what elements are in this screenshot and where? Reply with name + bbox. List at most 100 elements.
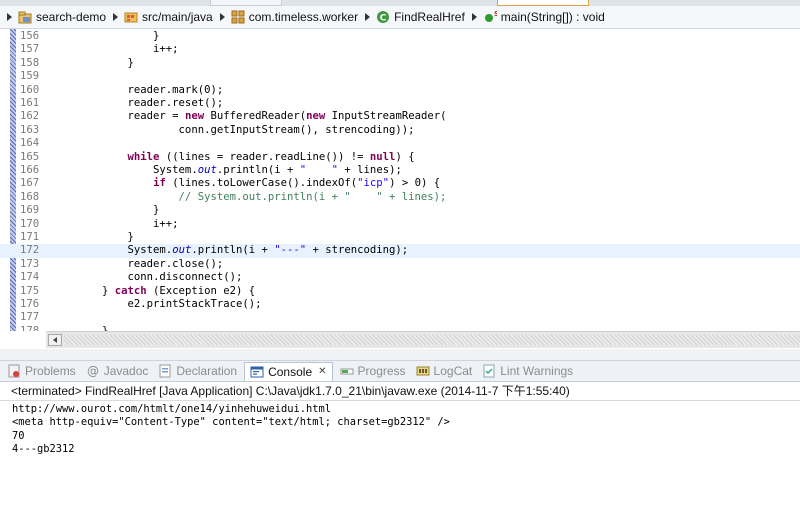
code-line[interactable]: 172 System.out.println(i + "---" + stren… bbox=[0, 244, 800, 258]
line-source: conn.disconnect(); bbox=[51, 271, 243, 284]
line-number: 165 bbox=[20, 150, 40, 163]
tab-lint-warnings[interactable]: Lint Warnings bbox=[479, 362, 576, 380]
breadcrumb-item[interactable]: search-demo bbox=[18, 10, 106, 24]
code-line[interactable]: 166 System.out.println(i + " " + lines); bbox=[0, 164, 800, 177]
view-sash[interactable] bbox=[0, 349, 800, 361]
line-number: 168 bbox=[20, 190, 40, 203]
code-line[interactable]: 176 e2.printStackTrace(); bbox=[0, 298, 800, 311]
breadcrumb-item[interactable]: src/main/java bbox=[124, 10, 213, 24]
line-source: reader.mark(0); bbox=[51, 84, 224, 97]
line-number: 163 bbox=[20, 123, 40, 136]
problems-icon bbox=[7, 364, 21, 378]
breadcrumb-item[interactable]: com.timeless.worker bbox=[231, 10, 358, 24]
code-token: e2.printStackTrace(); bbox=[51, 298, 262, 310]
code-editor[interactable]: 156 } 157 i++; 158 } 159 160 reader.mark(0);… bbox=[0, 29, 800, 331]
lint-warnings-icon bbox=[482, 364, 496, 378]
tab-label: Javadoc bbox=[103, 364, 149, 378]
code-line[interactable]: 171 } bbox=[0, 231, 800, 244]
code-token: i++; bbox=[51, 217, 179, 230]
code-line[interactable]: 163 conn.getInputStream(), strencoding))… bbox=[0, 124, 800, 137]
code-line[interactable]: 156 } bbox=[0, 30, 800, 43]
line-source: i++; bbox=[51, 43, 179, 56]
code-token: ) > 0) { bbox=[389, 177, 441, 190]
line-number: 160 bbox=[20, 83, 40, 96]
code-line[interactable]: 175 } catch (Exception e2) { bbox=[0, 285, 800, 298]
code-token: BufferedReader( bbox=[204, 110, 307, 123]
line-number: 167 bbox=[20, 177, 40, 190]
editor-horizontal-scrollbar[interactable] bbox=[46, 331, 800, 348]
code-line[interactable]: 160 reader.mark(0); bbox=[0, 84, 800, 97]
breadcrumb-chevron-icon[interactable] bbox=[365, 13, 371, 21]
class-icon: C bbox=[376, 10, 390, 24]
code-line[interactable]: 167 if (lines.toLowerCase().indexOf("icp… bbox=[0, 177, 800, 190]
code-line[interactable]: 164 bbox=[0, 137, 800, 150]
code-line[interactable]: 168 // System.out.println(i + " " + line… bbox=[0, 191, 800, 204]
line-number: 176 bbox=[20, 298, 40, 310]
code-token: reader = bbox=[51, 110, 185, 123]
line-source: System.out.println(i + " " + lines); bbox=[51, 164, 402, 177]
code-token: InputStreamReader( bbox=[325, 110, 447, 123]
line-number: 157 bbox=[20, 43, 40, 56]
tab-declaration[interactable]: Declaration bbox=[155, 362, 240, 380]
code-line[interactable]: 161 reader.reset(); bbox=[0, 97, 800, 110]
console-icon bbox=[250, 365, 264, 379]
line-source: reader.close(); bbox=[51, 258, 224, 271]
line-source: } bbox=[51, 30, 159, 43]
console-output-line: 70 bbox=[12, 429, 25, 442]
line-number: 162 bbox=[20, 110, 40, 123]
code-line[interactable]: 159 bbox=[0, 70, 800, 83]
code-token: } bbox=[51, 284, 115, 297]
code-token: } bbox=[51, 231, 134, 243]
line-source: } catch (Exception e2) { bbox=[51, 285, 255, 298]
code-token: ((lines = reader.readLine()) != bbox=[159, 150, 370, 163]
scrollbar-track[interactable] bbox=[64, 335, 800, 345]
code-token: catch bbox=[114, 284, 147, 297]
code-token: null bbox=[369, 150, 396, 163]
breadcrumb-item-label: FindRealHref bbox=[394, 10, 465, 24]
tab-problems[interactable]: Problems bbox=[4, 362, 79, 380]
code-token: + lines); bbox=[338, 164, 402, 176]
breadcrumb-chevron-icon[interactable] bbox=[113, 13, 119, 21]
code-token: conn.getInputStream(), strencoding)); bbox=[51, 123, 415, 136]
console-output-line: <meta http-equiv="Content-Type" content=… bbox=[12, 416, 450, 429]
line-number: 173 bbox=[20, 257, 40, 270]
code-line[interactable]: 162 reader = new BufferedReader(new Inpu… bbox=[0, 110, 800, 123]
breadcrumb-item[interactable]: C FindRealHref bbox=[376, 10, 465, 24]
code-token: if bbox=[153, 177, 166, 190]
code-line[interactable]: 177 bbox=[0, 311, 800, 324]
code-line[interactable]: 169 } bbox=[0, 204, 800, 217]
line-number: 158 bbox=[20, 56, 40, 69]
progress-icon bbox=[340, 364, 354, 378]
code-line[interactable]: 173 reader.close(); bbox=[0, 258, 800, 271]
code-line[interactable]: 165 while ((lines = reader.readLine()) !… bbox=[0, 151, 800, 164]
project-icon bbox=[18, 10, 32, 24]
tab-progress[interactable]: Progress bbox=[337, 362, 409, 380]
line-number: 171 bbox=[20, 231, 40, 243]
line-number: 169 bbox=[20, 204, 40, 217]
line-number: 166 bbox=[20, 164, 40, 176]
scroll-left-button[interactable] bbox=[48, 334, 62, 346]
breadcrumb-chevron-icon[interactable] bbox=[471, 13, 477, 21]
tab-console[interactable]: Console ✕ bbox=[244, 361, 333, 381]
code-line[interactable]: 170 i++; bbox=[0, 218, 800, 231]
tab-logcat[interactable]: LogCat bbox=[413, 362, 476, 380]
code-token: "icp" bbox=[357, 177, 390, 190]
line-number: 172 bbox=[20, 244, 40, 257]
code-token: } bbox=[51, 56, 134, 69]
console-output-line: 4---gb2312 bbox=[12, 443, 75, 456]
code-token: System. bbox=[51, 164, 198, 176]
code-line[interactable]: 157 i++; bbox=[0, 43, 800, 56]
breadcrumb-item[interactable]: Smain(String[]) : void bbox=[483, 10, 605, 24]
console-output[interactable]: http://www.ourot.com/htmlt/one14/yinhehu… bbox=[0, 400, 800, 516]
code-line[interactable]: 174 conn.disconnect(); bbox=[0, 271, 800, 284]
code-token: new bbox=[184, 110, 205, 123]
code-token: " " bbox=[299, 164, 339, 176]
close-icon[interactable]: ✕ bbox=[318, 366, 326, 377]
line-number: 170 bbox=[20, 217, 40, 230]
breadcrumb-chevron-icon[interactable] bbox=[219, 13, 225, 21]
line-number: 175 bbox=[20, 284, 40, 297]
breadcrumb-chevron-icon[interactable] bbox=[7, 13, 12, 21]
code-line[interactable]: 158 } bbox=[0, 57, 800, 70]
tab-javadoc[interactable]: @ Javadoc bbox=[83, 362, 152, 380]
